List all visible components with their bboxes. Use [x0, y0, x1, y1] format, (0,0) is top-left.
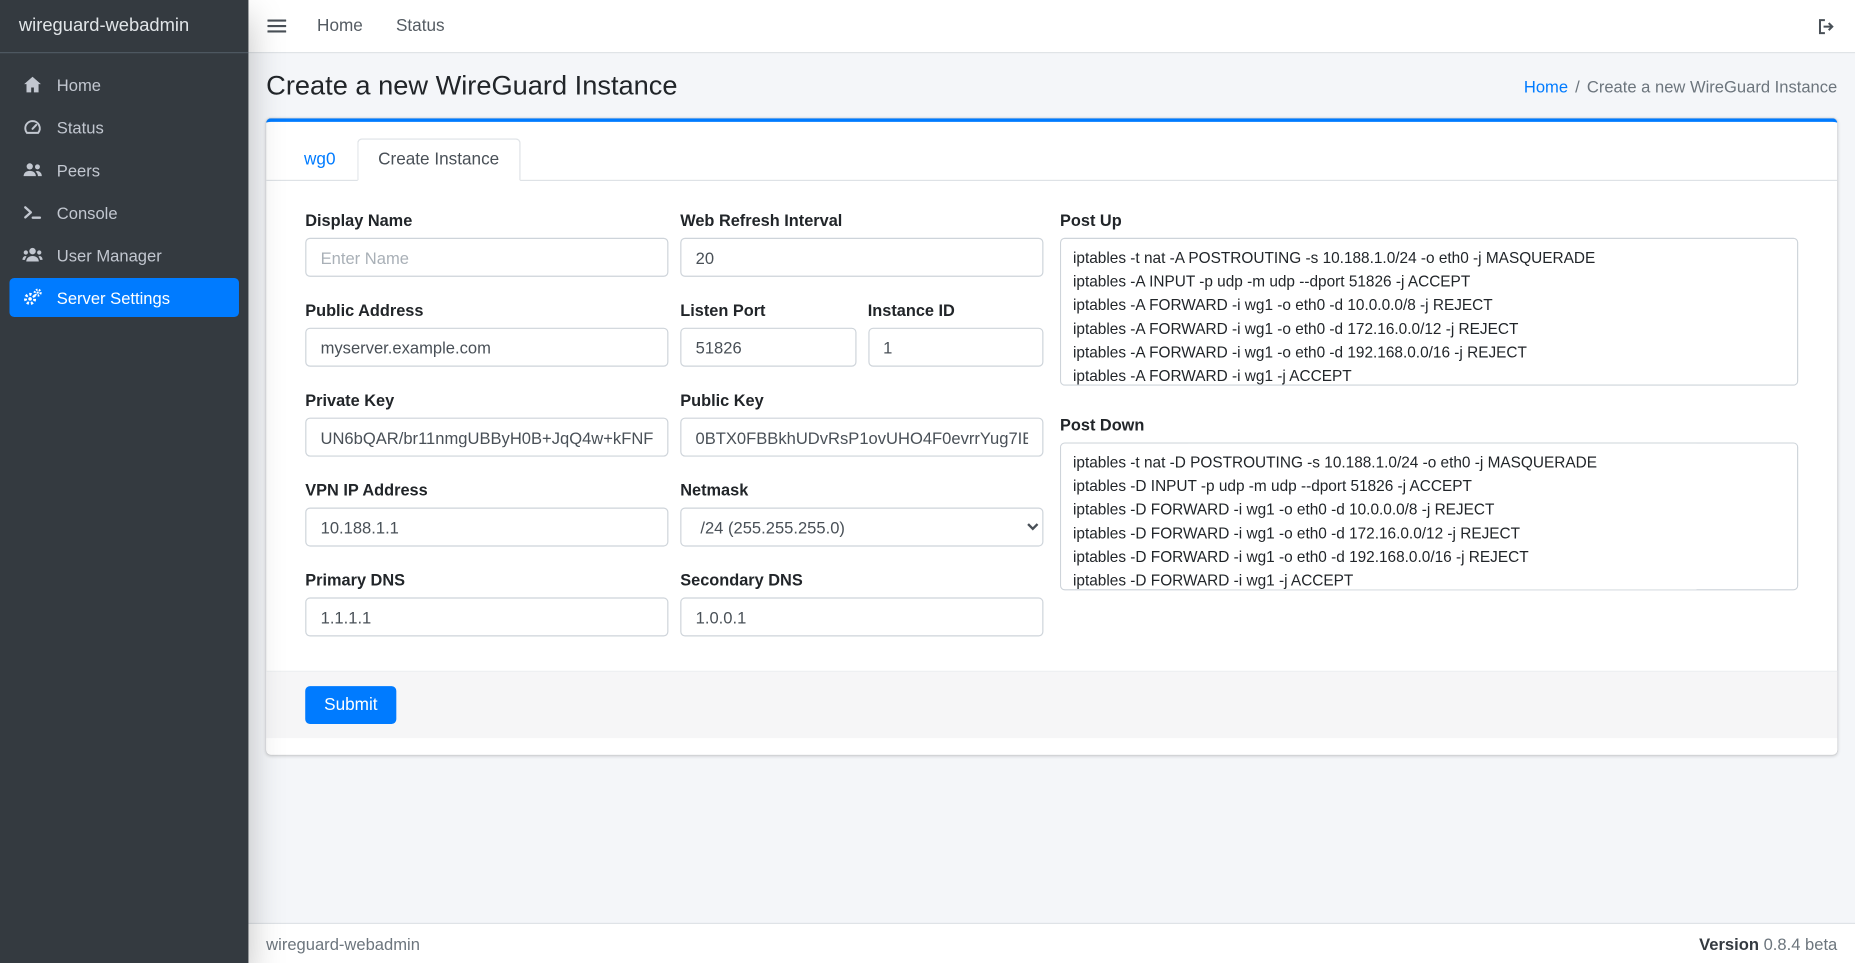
topbar-link-home[interactable]: Home: [317, 17, 363, 36]
users-icon: [21, 160, 43, 180]
primary-dns-label: Primary DNS: [305, 571, 668, 589]
public-address-label: Public Address: [305, 302, 668, 320]
footer-version-label: Version: [1699, 934, 1759, 953]
secondary-dns-input[interactable]: [680, 597, 1043, 636]
footer-brand: wireguard-webadmin: [266, 934, 420, 953]
content: Create a new WireGuard Instance Home / Cre…: [248, 53, 1855, 923]
main-area: Home Status Create a new WireGuard Insta…: [248, 0, 1855, 963]
sidebar-item-server-settings[interactable]: Server Settings: [9, 278, 239, 317]
instance-tabs: wg0 Create Instance: [266, 122, 1837, 181]
card-bottom-padding: [266, 738, 1837, 755]
sidebar-item-label: Home: [57, 75, 101, 94]
sidebar-item-label: Status: [57, 118, 104, 137]
logout-icon[interactable]: [1816, 16, 1836, 36]
content-header: Create a new WireGuard Instance Home / Cre…: [248, 53, 1855, 113]
topbar: Home Status: [248, 0, 1855, 53]
sidebar: wireguard-webadmin Home Status Peers: [0, 0, 248, 963]
netmask-select[interactable]: /24 (255.255.255.0): [680, 508, 1043, 547]
instance-form: Display Name Web Refresh Interval Public…: [266, 181, 1837, 671]
sidebar-item-home[interactable]: Home: [9, 65, 239, 104]
listen-port-input[interactable]: [680, 328, 856, 367]
user-group-icon: [21, 245, 43, 265]
netmask-label: Netmask: [680, 481, 1043, 499]
web-refresh-interval-input[interactable]: [680, 238, 1043, 277]
breadcrumb-home-link[interactable]: Home: [1524, 76, 1568, 95]
post-down-label: Post Down: [1060, 416, 1798, 434]
instance-card: wg0 Create Instance Display Name Web Ref…: [266, 118, 1837, 754]
instance-id-label: Instance ID: [868, 302, 1044, 320]
sidebar-item-console[interactable]: Console: [9, 193, 239, 232]
public-key-label: Public Key: [680, 392, 1043, 410]
post-down-textarea[interactable]: iptables -t nat -D POSTROUTING -s 10.188…: [1060, 442, 1798, 590]
sidebar-item-label: Server Settings: [57, 288, 170, 307]
tachometer-icon: [21, 117, 43, 137]
instance-id-input[interactable]: [868, 328, 1044, 367]
footer-version: Version 0.8.4 beta: [1699, 934, 1837, 953]
footer-version-value: 0.8.4 beta: [1764, 934, 1838, 953]
vpn-ip-address-label: VPN IP Address: [305, 481, 668, 499]
private-key-label: Private Key: [305, 392, 668, 410]
tab-wg0[interactable]: wg0: [283, 138, 357, 181]
hamburger-menu-icon[interactable]: [267, 17, 286, 36]
gears-icon: [21, 287, 43, 307]
form-left-column: Display Name Web Refresh Interval Public…: [305, 212, 1043, 662]
sidebar-nav: Home Status Peers Console: [0, 53, 248, 332]
form-right-column: Post Up iptables -t nat -A POSTROUTING -…: [1060, 212, 1798, 662]
private-key-input[interactable]: [305, 418, 668, 457]
post-up-label: Post Up: [1060, 212, 1798, 230]
breadcrumb-separator: /: [1575, 76, 1580, 95]
post-up-textarea[interactable]: iptables -t nat -A POSTROUTING -s 10.188…: [1060, 238, 1798, 386]
page-footer: wireguard-webadmin Version 0.8.4 beta: [248, 923, 1855, 963]
home-icon: [21, 75, 43, 95]
topbar-link-status[interactable]: Status: [396, 17, 445, 36]
page-title: Create a new WireGuard Instance: [266, 70, 677, 102]
secondary-dns-label: Secondary DNS: [680, 571, 1043, 589]
terminal-icon: [21, 202, 43, 222]
tab-create-instance[interactable]: Create Instance: [357, 138, 521, 181]
sidebar-item-label: User Manager: [57, 245, 162, 264]
web-refresh-interval-label: Web Refresh Interval: [680, 212, 1043, 230]
public-address-input[interactable]: [305, 328, 668, 367]
sidebar-item-status[interactable]: Status: [9, 108, 239, 147]
submit-button[interactable]: Submit: [305, 686, 396, 724]
app-root: wireguard-webadmin Home Status Peers: [0, 0, 1855, 963]
sidebar-item-user-manager[interactable]: User Manager: [9, 235, 239, 274]
vpn-ip-address-input[interactable]: [305, 508, 668, 547]
brand-title[interactable]: wireguard-webadmin: [0, 0, 248, 53]
sidebar-item-peers[interactable]: Peers: [9, 150, 239, 189]
sidebar-item-label: Peers: [57, 160, 100, 179]
sidebar-item-label: Console: [57, 203, 118, 222]
breadcrumb: Home / Create a new WireGuard Instance: [1524, 76, 1837, 95]
public-key-input[interactable]: [680, 418, 1043, 457]
primary-dns-input[interactable]: [305, 597, 668, 636]
listen-port-label: Listen Port: [680, 302, 856, 320]
display-name-input[interactable]: [305, 238, 668, 277]
breadcrumb-current: Create a new WireGuard Instance: [1587, 76, 1837, 95]
card-footer: Submit: [266, 671, 1837, 738]
display-name-label: Display Name: [305, 212, 668, 230]
